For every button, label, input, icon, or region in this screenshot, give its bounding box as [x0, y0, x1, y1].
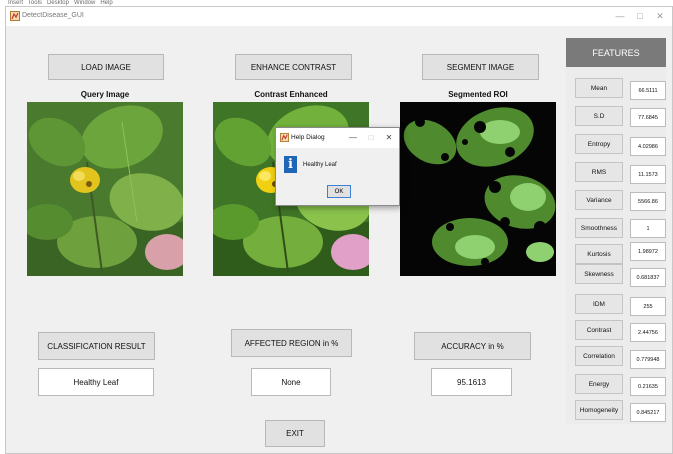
feature-label-mean: Mean — [575, 78, 623, 98]
dialog-minimize-button[interactable]: — — [347, 131, 359, 145]
feature-value-energy: 0.21635 — [630, 377, 666, 396]
load-image-button[interactable]: LOAD IMAGE — [48, 54, 164, 80]
feature-value-entropy: 4.02986 — [630, 137, 666, 156]
query-image-caption: Query Image — [80, 90, 130, 99]
contrast-enhanced-caption: Contrast Enhanced — [254, 90, 328, 99]
feature-value-idm: 255 — [630, 297, 666, 316]
info-icon: i — [284, 156, 297, 173]
feature-value-kurtosis: 1.98972 — [630, 242, 666, 261]
query-image — [27, 102, 183, 276]
feature-label-entropy: Entropy — [575, 134, 623, 154]
feature-value-smoothness: 1 — [630, 219, 666, 238]
matlab-figure-icon — [10, 11, 20, 21]
enhance-contrast-button[interactable]: ENHANCE CONTRAST — [235, 54, 352, 80]
dialog-title: Help Dialog — [291, 134, 325, 141]
segment-image-button[interactable]: SEGMENT IMAGE — [422, 54, 539, 80]
feature-value-mean: 66.5111 — [630, 81, 666, 100]
dialog-close-button[interactable]: ✕ — [383, 131, 395, 145]
dialog-title-bar: Help Dialog — □ ✕ — [276, 128, 399, 148]
feature-label-contrast: Contrast — [575, 320, 623, 340]
affected-region-button[interactable]: AFFECTED REGION in % — [231, 329, 352, 357]
feature-label-rms: RMS — [575, 162, 623, 182]
minimize-button[interactable]: — — [612, 9, 628, 23]
feature-label-smoothness: Smoothness — [575, 218, 623, 238]
feature-label-s-d: S.D — [575, 106, 623, 126]
feature-value-homogeneity: 0.845217 — [630, 403, 666, 422]
help-dialog: Help Dialog — □ ✕ i Healthy Leaf OK — [275, 127, 400, 206]
feature-label-energy: Energy — [575, 374, 623, 394]
classification-result-button[interactable]: CLASSIFICATION RESULT — [38, 332, 155, 360]
window-title: DetectDisease_GUI — [22, 12, 84, 19]
feature-label-homogeneity: Homogeneity — [575, 400, 623, 420]
close-button[interactable]: ✕ — [652, 9, 668, 23]
title-bar: DetectDisease_GUI — □ ✕ — [6, 7, 672, 26]
feature-value-skewness: 0.681837 — [630, 268, 666, 287]
classification-result-field: Healthy Leaf — [38, 368, 154, 396]
feature-label-idm: IDM — [575, 294, 623, 314]
feature-label-kurtosis: Kurtosis — [575, 244, 623, 264]
feature-label-variance: Variance — [575, 190, 623, 210]
maximize-button[interactable]: □ — [632, 9, 648, 23]
feature-value-variance: 5566.86 — [630, 192, 666, 211]
feature-value-s-d: 77.6845 — [630, 108, 666, 127]
matlab-figure-icon — [280, 133, 289, 142]
dialog-message: Healthy Leaf — [303, 162, 337, 168]
affected-region-field: None — [251, 368, 331, 396]
dialog-maximize-button: □ — [368, 133, 374, 142]
segmented-roi-caption: Segmented ROI — [448, 90, 508, 99]
feature-label-correlation: Correlation — [575, 346, 623, 366]
segmented-roi-image — [400, 102, 556, 276]
exit-button[interactable]: EXIT — [265, 420, 325, 447]
accuracy-button[interactable]: ACCURACY in % — [414, 332, 531, 360]
ok-button[interactable]: OK — [327, 185, 351, 198]
features-header: FEATURES — [566, 38, 666, 67]
accuracy-field: 95.1613 — [431, 368, 512, 396]
feature-value-contrast: 2.44756 — [630, 323, 666, 342]
feature-label-skewness: Skewness — [575, 264, 623, 284]
feature-value-correlation: 0.779948 — [630, 350, 666, 369]
feature-value-rms: 11.1573 — [630, 165, 666, 184]
